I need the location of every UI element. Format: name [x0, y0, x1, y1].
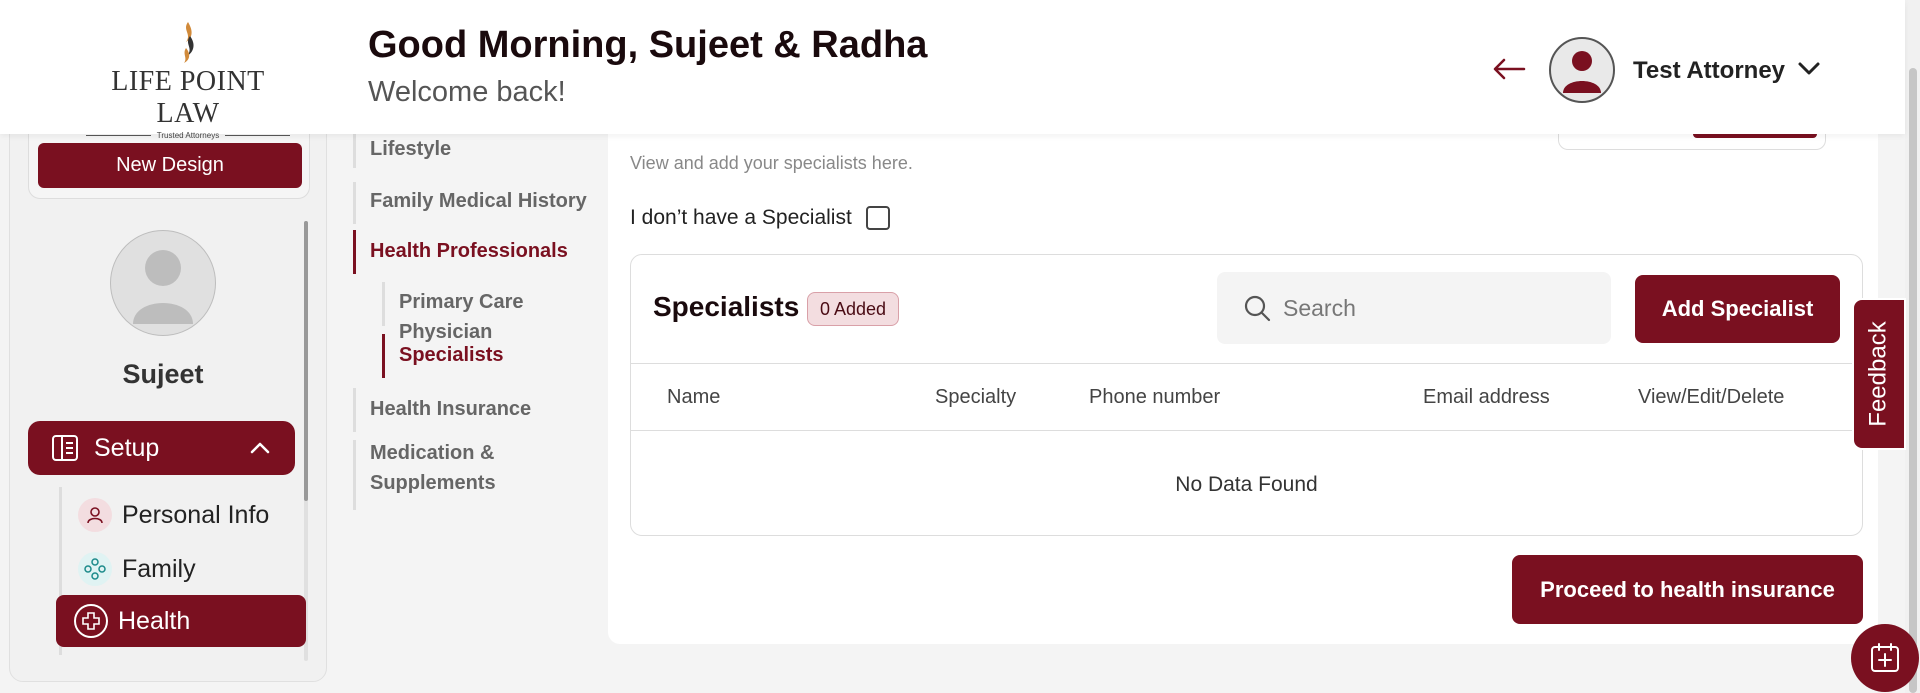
col-name: Name: [667, 386, 721, 408]
flame-logo-icon: [184, 22, 194, 63]
table-header: Name Specialty Phone number Email addres…: [631, 363, 1862, 431]
search-input[interactable]: [1283, 294, 1583, 322]
add-specialist-button[interactable]: Add Specialist: [1635, 275, 1840, 343]
logo-name: LIFE POINT LAW: [111, 66, 265, 129]
nav-specialists[interactable]: Specialists: [399, 340, 504, 370]
sidebar-item-label: Personal Info: [122, 500, 270, 529]
col-email: Email address: [1423, 386, 1550, 408]
nav-health-professionals[interactable]: Health Professionals: [370, 236, 568, 266]
nav-medication-line-2: Supplements: [370, 472, 496, 494]
chevron-up-icon: [250, 442, 270, 454]
back-arrow-icon[interactable]: [1492, 56, 1526, 82]
logo-tagline: Trusted Attorneys: [156, 131, 220, 140]
top-header: LIFE POINT LAW Trusted Attorneys Good Mo…: [0, 0, 1905, 140]
col-actions: View/Edit/Delete: [1638, 386, 1785, 408]
profile-name: Sujeet: [122, 359, 204, 389]
nav-rail: [353, 440, 356, 510]
sidebar-item-label: Family: [122, 554, 196, 583]
nav-lifestyle[interactable]: Lifestyle: [370, 134, 451, 164]
specialists-card: Specialists 0 Added Add Specialist Name …: [630, 254, 1863, 536]
nav-rail-active: [353, 230, 356, 274]
nav-rail: [353, 388, 356, 432]
greeting-title: Good Morning, Sujeet & Radha: [368, 24, 928, 66]
top-tab-accent: [1693, 134, 1817, 138]
sidebar-scrollbar-thumb[interactable]: [304, 221, 308, 501]
sidebar-item-label: Health: [118, 606, 191, 635]
page-scrollbar[interactable]: [1905, 0, 1920, 693]
no-specialist-label: I don’t have a Specialist: [630, 206, 852, 229]
nav-rail-active: [382, 334, 385, 378]
section-description: View and add your specialists here.: [630, 153, 913, 173]
setup-book-icon: [52, 435, 78, 461]
sidebar-item-personal-info[interactable]: Personal Info: [68, 493, 306, 537]
person-icon: [78, 498, 112, 532]
no-specialist-row: I don’t have a Specialist: [630, 206, 890, 230]
search-box[interactable]: [1217, 272, 1611, 344]
user-avatar[interactable]: [1549, 37, 1615, 103]
feedback-label: Feedback: [1865, 321, 1892, 427]
col-specialty: Specialty: [935, 386, 1017, 408]
nav-rail: [353, 182, 356, 224]
logo-divider-right: [225, 135, 290, 136]
main-content: View and add your specialists here. I do…: [608, 128, 1878, 644]
nav-medication-supplements[interactable]: Medication & Supplements: [370, 438, 496, 498]
health-section-nav: Lifestyle Family Medical History Health …: [350, 134, 610, 554]
feedback-tab[interactable]: Feedback: [1852, 298, 1906, 450]
calendar-plus-icon: [1871, 643, 1899, 672]
specialists-title: Specialists: [653, 291, 800, 322]
col-phone: Phone number: [1089, 386, 1221, 408]
nav-family-medical-history[interactable]: Family Medical History: [370, 186, 587, 216]
chevron-down-icon[interactable]: [1797, 58, 1821, 78]
setup-label: Setup: [94, 433, 160, 462]
search-icon: [1244, 295, 1271, 322]
user-name[interactable]: Test Attorney: [1633, 57, 1785, 85]
profile-placeholder-icon: [133, 250, 193, 324]
nav-health-insurance[interactable]: Health Insurance: [370, 394, 531, 424]
life-point-law-logo[interactable]: LIFE POINT LAW Trusted Attorneys: [86, 20, 290, 140]
calendar-add-button[interactable]: [1851, 624, 1919, 692]
empty-state: No Data Found: [1175, 473, 1318, 496]
nav-primary-care-physician[interactable]: Primary Care Physician: [399, 287, 610, 347]
health-plus-icon: [74, 604, 108, 638]
nav-rail: [353, 134, 356, 168]
page-scrollbar-thumb[interactable]: [1909, 68, 1917, 693]
no-specialist-checkbox[interactable]: [865, 206, 890, 230]
added-count-badge: 0 Added: [807, 292, 900, 326]
profile-avatar[interactable]: [110, 230, 216, 336]
proceed-button[interactable]: Proceed to health insurance: [1512, 555, 1863, 624]
new-design-button[interactable]: New Design: [38, 143, 302, 188]
nav-medication-line-1: Medication &: [370, 442, 495, 464]
family-icon: [78, 552, 112, 586]
setup-section-toggle[interactable]: Setup: [28, 421, 295, 475]
welcome-subtitle: Welcome back!: [368, 76, 566, 108]
logo-divider-left: [86, 135, 151, 136]
sidebar-scrollbar[interactable]: [304, 221, 308, 661]
sidebar-item-family[interactable]: Family: [68, 547, 306, 591]
sidebar-item-health[interactable]: Health: [56, 595, 306, 647]
left-sidebar: New Design Sujeet Setup Personal Info Fa…: [9, 120, 327, 682]
nav-rail: [382, 282, 385, 326]
user-avatar-icon: [1563, 51, 1601, 93]
